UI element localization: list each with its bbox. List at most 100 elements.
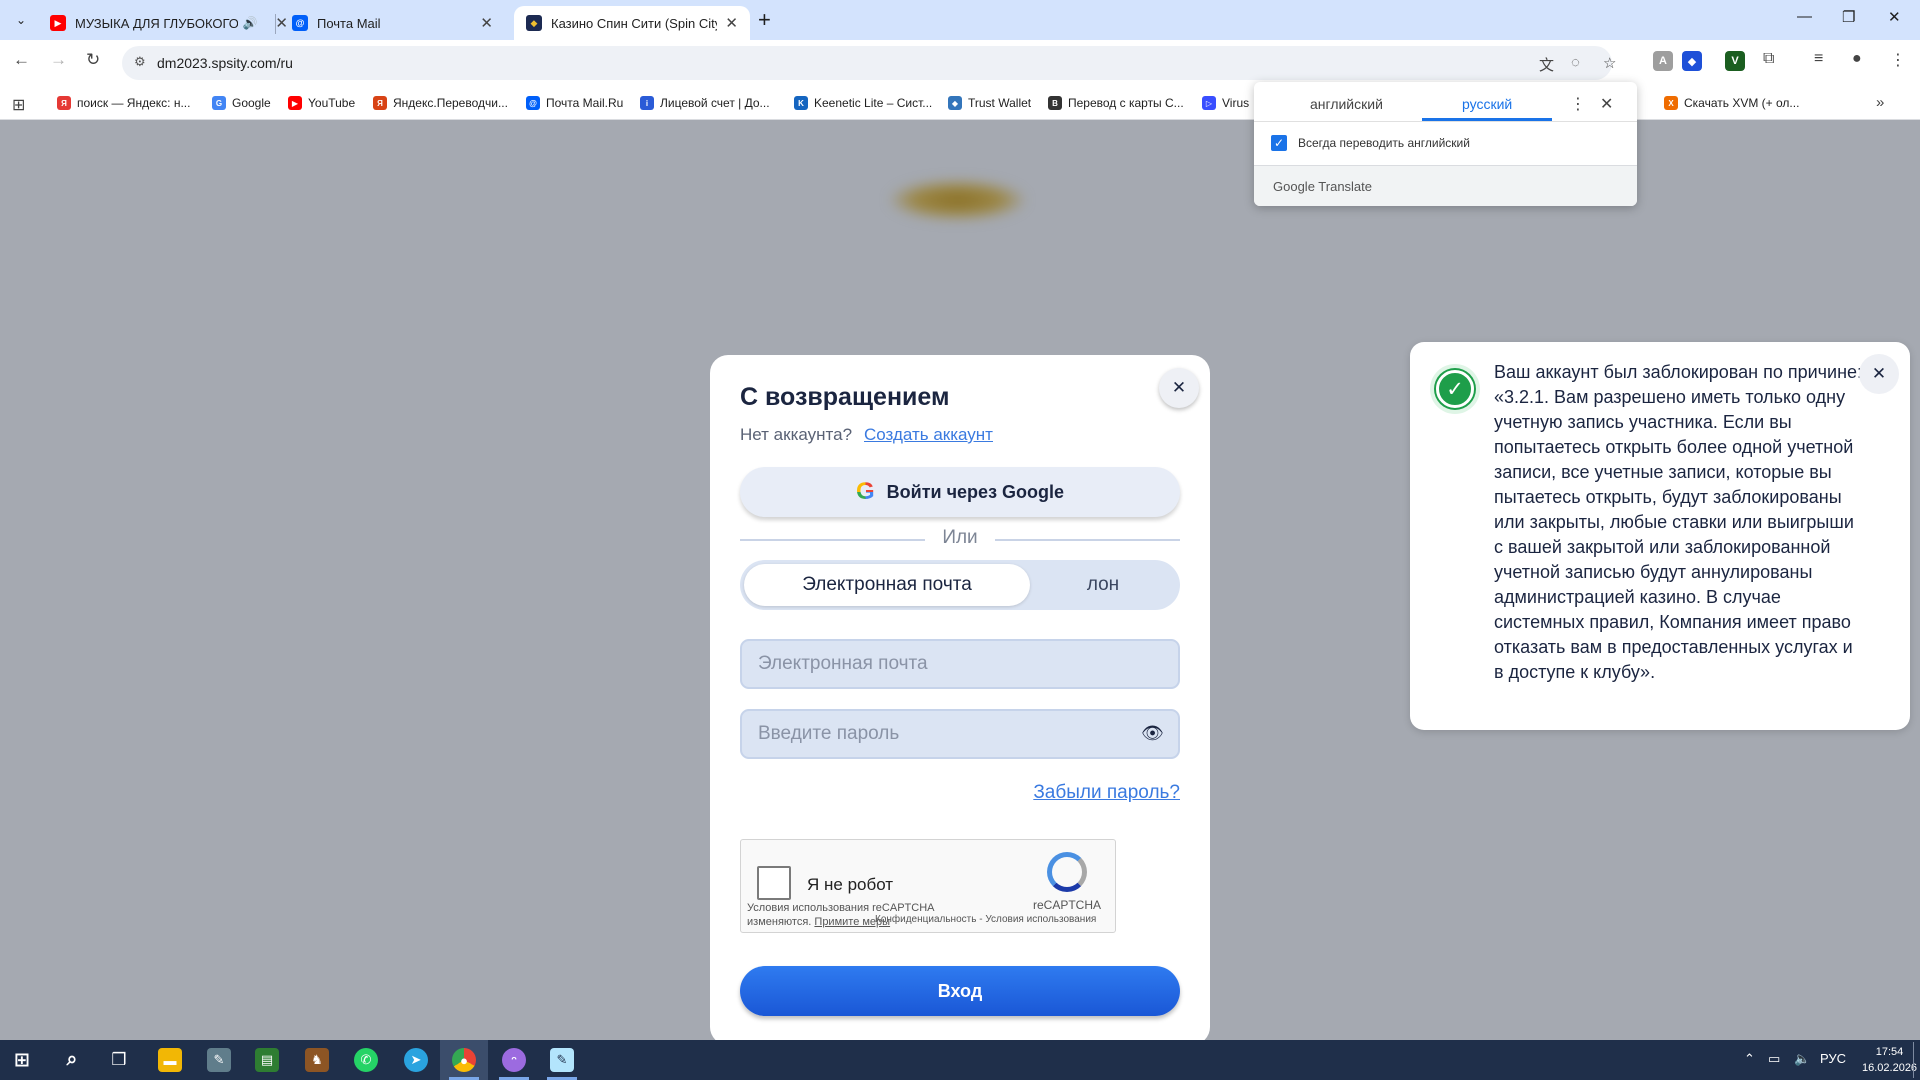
shield-extension-icon[interactable]: ◆ [1682,51,1702,71]
extensions-puzzle-icon[interactable]: ⧉ [1763,50,1774,68]
tab-close-icon[interactable]: ✕ [480,14,493,32]
bookmark-item[interactable]: Я Яндекс.Переводчи... [373,94,508,112]
google-icon: G [212,96,226,110]
virustotal-icon: ▷ [1202,96,1216,110]
translate-target-tab[interactable]: русский [1462,96,1512,112]
windows-start-icon[interactable]: ⊞ [10,1048,34,1072]
mail-icon: @ [526,96,540,110]
recaptcha-widget: Я не робот reCAPTCHA Условия использован… [740,839,1116,933]
tab-strip: ⌄ ▶ МУЗЫКА ДЛЯ ГЛУБОКОГО 🔊 ✕ @ Почта Mai… [0,0,1920,40]
bookmark-label: Google [232,96,271,110]
apps-grid-icon[interactable]: ⊞ [12,95,25,115]
google-translate-brand: Google Translate [1273,179,1373,194]
forward-icon[interactable]: → [50,50,67,70]
game-icon[interactable]: ♞ [305,1048,329,1072]
speaker-icon[interactable]: 🔊 [242,16,257,30]
bookmark-item[interactable]: i Лицевой счет | До... [640,94,770,112]
chrome-icon[interactable]: ● [452,1048,476,1072]
tab-music[interactable]: ▶ МУЗЫКА ДЛЯ ГЛУБОКОГО 🔊 ✕ [38,6,300,40]
bookmark-item[interactable]: B Перевод с карты С... [1048,94,1184,112]
eye-icon[interactable]: 👁 [1141,723,1164,744]
tab-phone[interactable]: лон [1030,564,1176,606]
show-desktop-edge[interactable] [1913,1042,1914,1078]
reload-icon[interactable]: ↻ [86,50,100,70]
google-g-icon: G [855,478,875,505]
telegram-icon[interactable]: ➤ [404,1048,428,1072]
tab-mail[interactable]: @ Почта Mail ✕ [280,6,505,40]
vpn-extension-icon[interactable]: V [1725,51,1745,71]
bookmark-label: Virus [1222,96,1250,110]
google-login-label: Войти через Google [886,481,1065,502]
bookmark-item[interactable]: X Скачать XVM (+ ол... [1664,94,1799,112]
bookmarks-overflow-icon[interactable]: » [1876,94,1884,111]
translate-source-tab[interactable]: английский [1310,96,1383,112]
file-explorer-icon[interactable]: ▬ [158,1048,182,1072]
modal-close-button[interactable]: ✕ [1159,368,1199,408]
site-info-icon[interactable]: ⚙ [134,54,146,70]
tab-email[interactable]: Электронная почта [744,564,1030,606]
notepad-icon[interactable]: ✎ [550,1048,574,1072]
recaptcha-brand: reCAPTCHA [1033,898,1102,912]
page-overlay[interactable]: ✕ С возвращением Нет аккаунта? Создать а… [0,120,1920,1045]
bookmark-item[interactable]: @ Почта Mail.Ru [526,94,623,112]
window-close-icon[interactable]: ✕ [1888,8,1901,26]
clock-time: 17:54 [1875,1046,1904,1058]
tray-chevron-icon[interactable]: ⌃ [1744,1051,1755,1067]
forgot-password-link[interactable]: Забыли пароль? [1033,782,1180,804]
profile-icon[interactable]: ● [1852,50,1862,68]
bookmark-item[interactable]: G Google [212,94,271,112]
recaptcha-privacy-links[interactable]: Конфиденциальность - Условия использован… [875,914,1096,925]
always-translate-checkbox[interactable]: ✓ [1271,135,1287,151]
search-icon[interactable]: ⌕ [60,1048,84,1072]
tab-search-chevron-icon[interactable]: ⌄ [8,7,34,33]
network-icon[interactable]: ▭ [1768,1051,1780,1067]
yandex-icon: Я [57,96,71,110]
google-login-button[interactable]: G Войти через Google [740,467,1180,517]
minimize-icon[interactable]: — [1797,8,1812,25]
bookmark-item[interactable]: ◆ Trust Wallet [948,94,1031,112]
recaptcha-checkbox[interactable] [757,866,791,900]
password-input[interactable] [758,711,1138,757]
url-text[interactable]: dm2023.spsity.com/ru [157,55,293,71]
bookmark-label: Скачать XVM (+ ол... [1684,96,1800,110]
notification-text: Ваш аккаунт был заблокирован по причине:… [1494,362,1863,682]
language-indicator[interactable]: РУС [1820,1051,1846,1066]
email-field[interactable] [740,639,1180,689]
address-bar[interactable]: ⚙ dm2023.spsity.com/ru 文 ◌ ☆ [122,46,1616,80]
tab-title: МУЗЫКА ДЛЯ ГЛУБОКОГО [75,15,239,31]
bookmark-item[interactable]: ▷ Virus [1202,94,1249,112]
bookmark-item[interactable]: Япоиск — Яндекс: н... [57,94,190,112]
translate-icon[interactable]: 文 [1539,54,1554,75]
create-account-link[interactable]: Создать аккаунт [864,425,993,445]
password-field[interactable]: 👁 [740,709,1180,759]
volume-icon[interactable]: 🔈 [1794,1051,1810,1067]
tab-close-icon[interactable]: ✕ [725,14,738,32]
email-input[interactable] [758,641,1138,687]
whatsapp-icon[interactable]: ✆ [354,1048,378,1072]
login-method-switch: Электронная почта лон [740,560,1180,610]
clock[interactable]: 17:54 16.02.2026 [1862,1044,1917,1076]
mail-icon: @ [292,15,308,31]
notification-close-button[interactable]: ✕ [1859,354,1899,394]
restore-icon[interactable]: ❐ [1842,8,1855,26]
app-paint-icon[interactable]: ✎ [207,1048,231,1072]
new-tab-plus-icon[interactable]: + [758,7,771,33]
login-submit-button[interactable]: Вход [740,966,1180,1016]
eye-off-icon[interactable]: ◌ [1571,54,1580,71]
bookmark-item[interactable]: ▶ YouTube [288,94,355,112]
media-queue-icon[interactable]: ≡ [1814,50,1823,68]
shield-icon: ◆ [948,96,962,110]
adblock-extension-icon[interactable]: A [1653,51,1673,71]
app-notes-icon[interactable]: ▤ [255,1048,279,1072]
app-cat-icon[interactable]: ᵔ [502,1048,526,1072]
tab-casino[interactable]: ◆ Казино Спин Сити (Spin City) с ✕ [514,6,750,40]
task-view-icon[interactable]: ❒ [107,1048,131,1072]
bookmark-star-icon[interactable]: ☆ [1603,54,1616,72]
bookmark-item[interactable]: K Keenetic Lite – Сист... [794,94,932,112]
translate-active-underline [1422,118,1552,121]
translate-menu-icon[interactable]: ⋮ [1570,94,1586,114]
bookmark-label: Яндекс.Переводчи... [393,96,508,110]
translate-close-icon[interactable]: ✕ [1600,94,1613,114]
back-icon[interactable]: ← [13,50,30,70]
menu-kebab-icon[interactable]: ⋮ [1890,50,1906,70]
